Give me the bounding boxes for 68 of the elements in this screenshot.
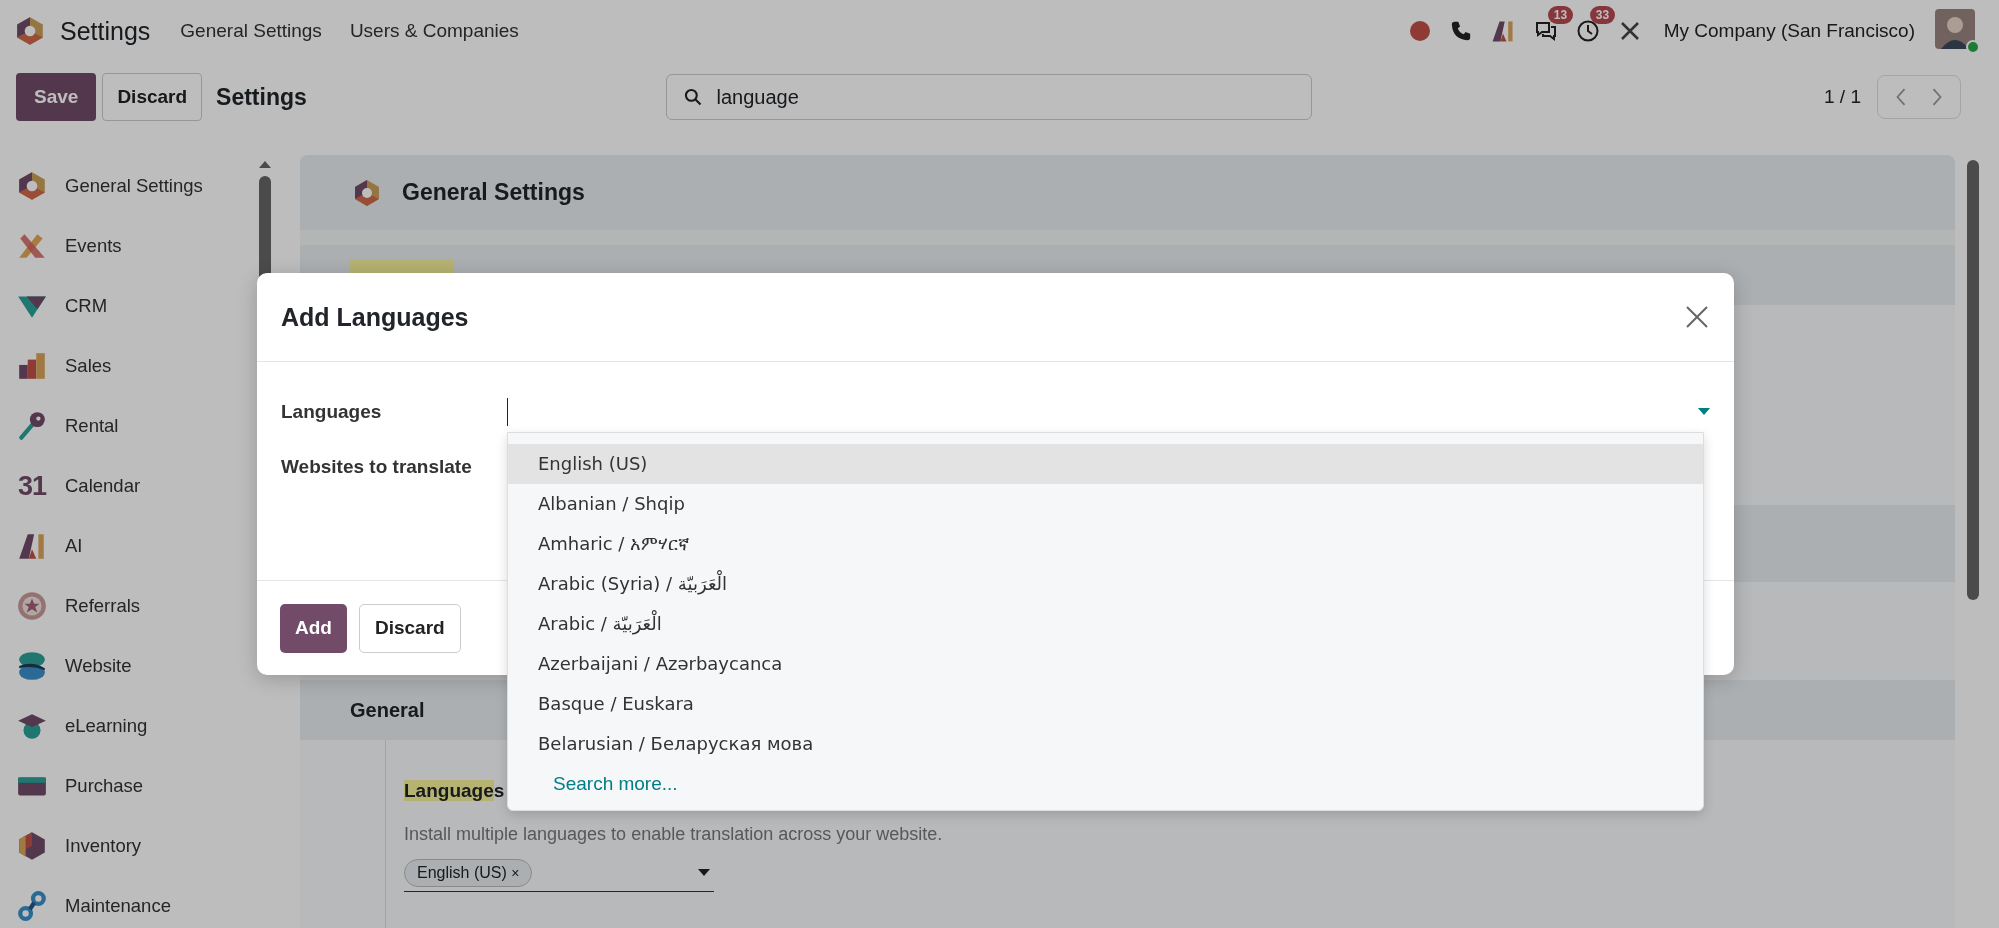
sidebar-item[interactable]: eLearning bbox=[0, 696, 258, 756]
dropdown-option[interactable]: Belarusian / Беларуская мова bbox=[508, 723, 1703, 764]
search-field[interactable]: language bbox=[665, 74, 1312, 120]
hexagon-icon bbox=[16, 170, 48, 202]
activity-count-badge: 33 bbox=[1589, 6, 1616, 24]
company-switcher[interactable]: My Company (San Francisco) bbox=[1663, 20, 1915, 42]
phone-icon[interactable] bbox=[1449, 20, 1472, 42]
message-count-badge: 13 bbox=[1547, 6, 1574, 24]
search-more-link[interactable]: Search more... bbox=[553, 763, 678, 804]
sidebar-item[interactable]: Referrals bbox=[0, 576, 258, 636]
avatar[interactable] bbox=[1935, 9, 1979, 53]
page-title: Settings bbox=[216, 83, 307, 111]
dropdown-option[interactable]: Amharic / አምሃርኛ bbox=[508, 523, 1703, 564]
app-logo-icon[interactable] bbox=[14, 15, 46, 47]
hexagon-icon bbox=[352, 177, 382, 208]
sidebar-item[interactable]: Rental bbox=[0, 396, 258, 456]
menu-item[interactable]: General Settings bbox=[180, 20, 322, 42]
dropdown-option[interactable]: Arabic / الْعَرَبيّة bbox=[508, 603, 1703, 644]
wave-icon bbox=[16, 650, 48, 682]
sidebar-item[interactable]: Sales bbox=[0, 336, 258, 396]
star-badge-icon bbox=[16, 590, 48, 622]
discard-button[interactable]: Discard bbox=[102, 73, 203, 121]
sidebar-item[interactable]: Inventory bbox=[0, 816, 258, 876]
sidebar-item[interactable]: Purchase bbox=[0, 756, 258, 816]
scroll-up-icon[interactable] bbox=[259, 160, 271, 168]
sidebar-item[interactable]: AI bbox=[0, 516, 258, 576]
search-icon bbox=[682, 87, 703, 107]
app-name[interactable]: Settings bbox=[60, 16, 151, 46]
field-label: Languages bbox=[281, 400, 383, 423]
dropdown-option[interactable]: Arabic (Syria) / الْعَرَبيّة bbox=[508, 563, 1703, 604]
sidebar-item[interactable]: General Settings bbox=[0, 156, 258, 216]
sidebar-item[interactable]: Events bbox=[0, 216, 258, 276]
caret-icon[interactable] bbox=[698, 869, 710, 877]
bar-chart-icon bbox=[16, 350, 48, 382]
settings-title: General Settings bbox=[402, 179, 585, 206]
discard-button[interactable]: Discard bbox=[358, 603, 461, 653]
dropdown-option[interactable]: English (US) bbox=[508, 443, 1703, 484]
language-tags-field[interactable]: English (US) × bbox=[404, 859, 714, 892]
add-button[interactable]: Add bbox=[280, 603, 347, 653]
sidebar-item[interactable]: 31 Calendar bbox=[0, 456, 258, 516]
record-icon[interactable] bbox=[1407, 19, 1432, 43]
chain-link-icon bbox=[16, 890, 48, 922]
box-icon bbox=[16, 830, 48, 862]
previous-icon[interactable] bbox=[1894, 86, 1908, 108]
dropdown-option[interactable]: Azerbaijani / Azərbaycanca bbox=[508, 643, 1703, 684]
dropdown-option[interactable]: Albanian / Shqip bbox=[508, 483, 1703, 524]
save-button[interactable]: Save bbox=[16, 73, 97, 121]
dropdown-option[interactable]: Basque / Euskara bbox=[508, 683, 1703, 724]
pager-counter: 1 / 1 bbox=[1824, 86, 1861, 108]
sidebar-item[interactable]: CRM bbox=[0, 276, 258, 336]
calendar-icon: 31 bbox=[16, 470, 48, 502]
language-tag: English (US) × bbox=[404, 859, 533, 887]
scrollbar-thumb[interactable] bbox=[1967, 160, 1979, 600]
chat-icon[interactable] bbox=[1533, 19, 1558, 43]
clock-icon[interactable] bbox=[1575, 19, 1600, 43]
section-title: General bbox=[350, 698, 425, 722]
remove-tag-button[interactable]: × bbox=[511, 865, 520, 881]
close-icon[interactable] bbox=[1685, 305, 1709, 329]
caret-icon[interactable] bbox=[1698, 407, 1710, 416]
field-label: Websites to translate bbox=[281, 455, 473, 478]
setting-description: Install multiple languages to enable translation across your website. bbox=[404, 824, 943, 845]
setting-title: Languages bbox=[404, 780, 505, 802]
sidebar-item[interactable]: Maintenance bbox=[0, 876, 258, 928]
sidebar-item[interactable]: Website bbox=[0, 636, 258, 696]
menu-item[interactable]: Users & Companies bbox=[349, 20, 519, 42]
next-icon[interactable] bbox=[1930, 86, 1944, 108]
dialog-title: Add Languages bbox=[281, 302, 469, 332]
key-icon bbox=[16, 410, 48, 442]
